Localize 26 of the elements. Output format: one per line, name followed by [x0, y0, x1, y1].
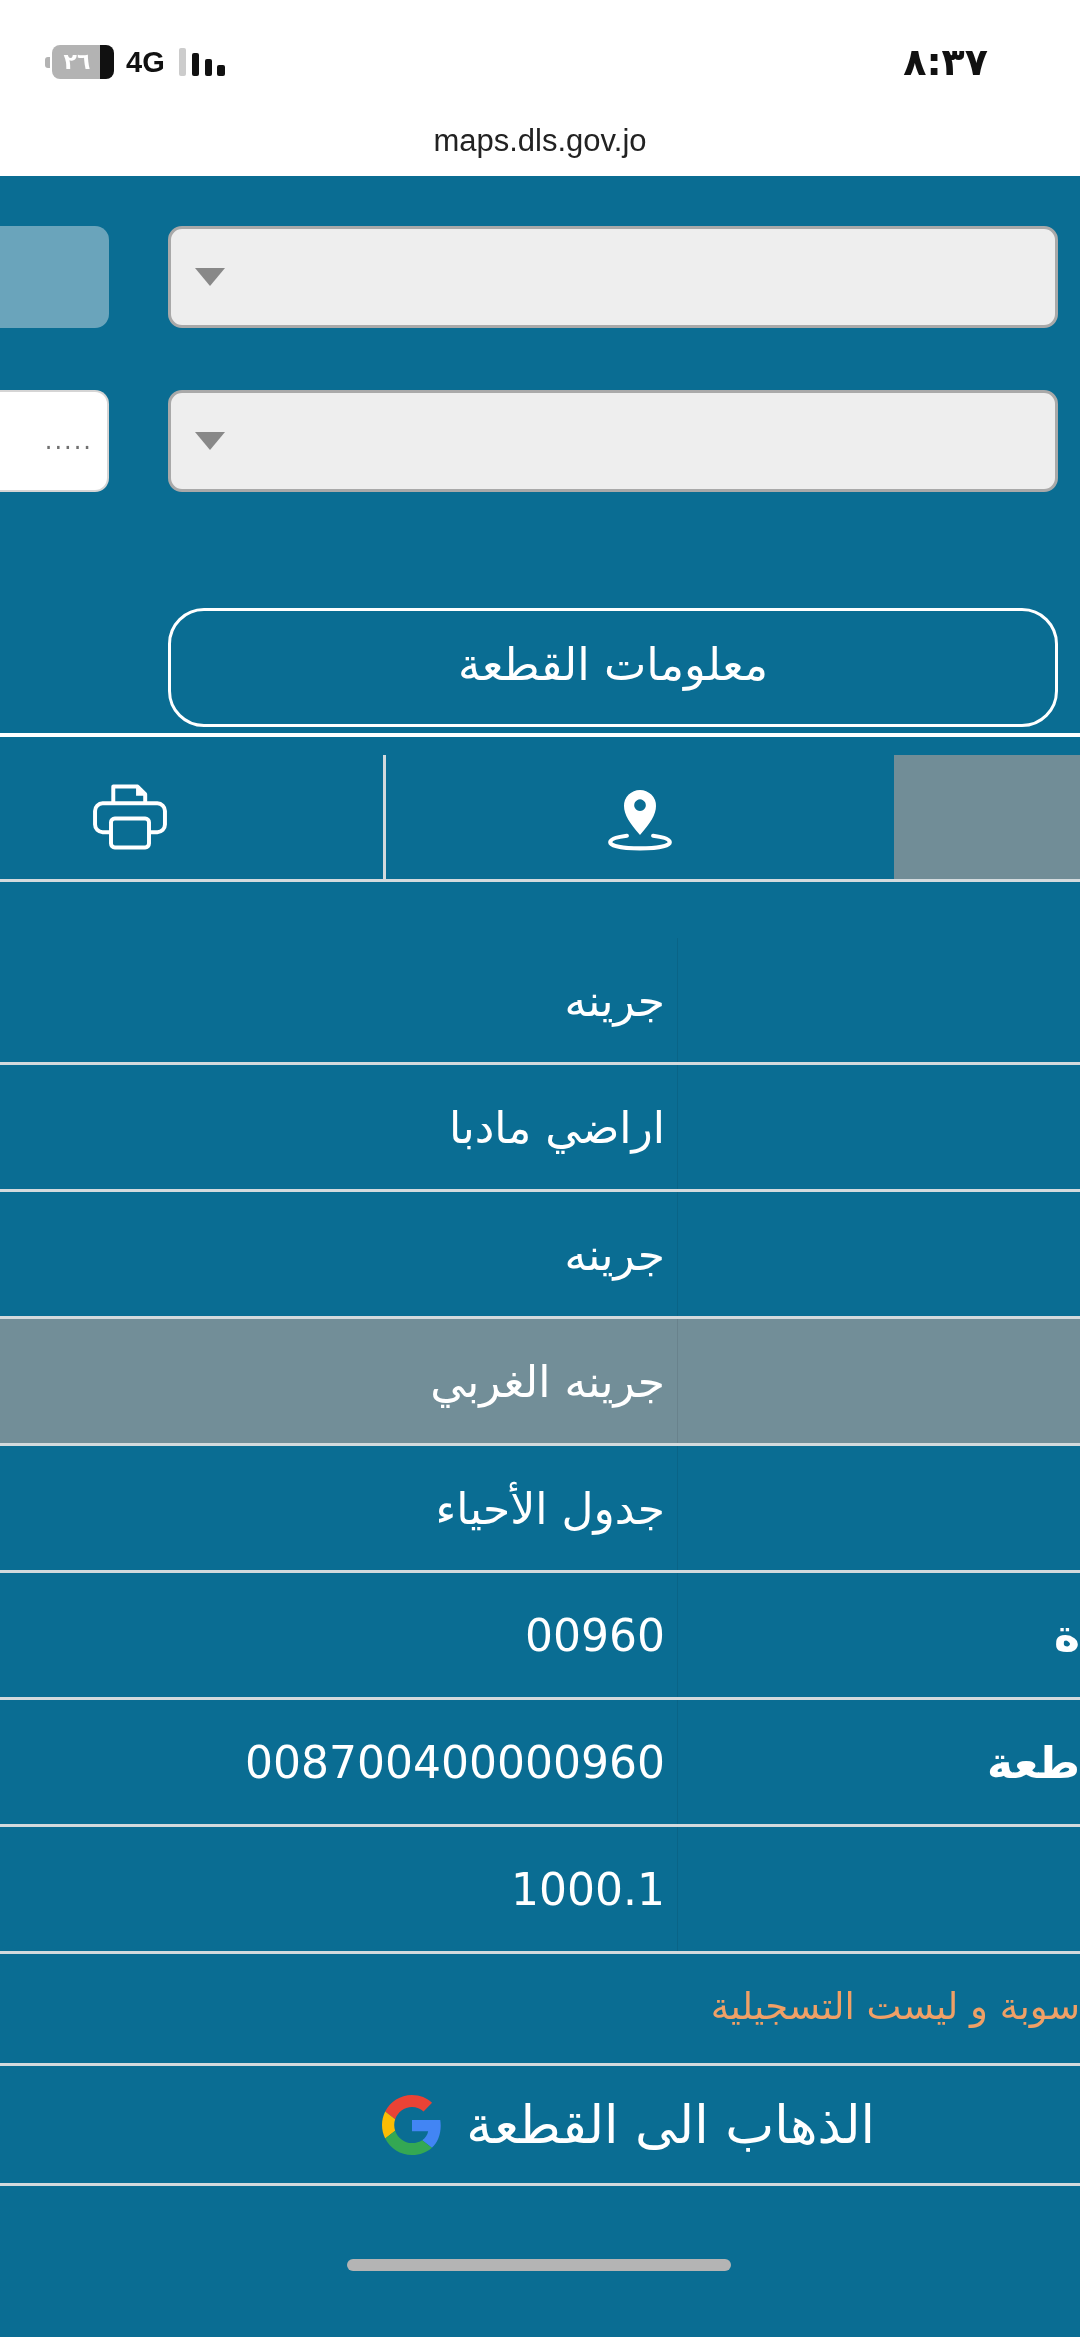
field-value: اراضي مادبا	[449, 1101, 665, 1153]
note-text: سوبة و ليست التسجيلية	[710, 1985, 1080, 2028]
url-text: maps.dls.gov.jo	[433, 123, 647, 159]
battery-indicator: ٢٦	[45, 45, 114, 79]
field-value: جرينه	[564, 974, 665, 1026]
field-label: طعة	[987, 1736, 1080, 1788]
field-value: 00960	[525, 1609, 665, 1661]
dropdown[interactable]	[168, 390, 1058, 492]
caret-icon	[195, 268, 225, 286]
signal-icon	[178, 48, 226, 76]
field-value: جرينه	[564, 1228, 665, 1280]
field-value: 008700400000960	[245, 1736, 665, 1788]
network-label: 4G	[126, 45, 165, 79]
printer-icon	[92, 782, 168, 852]
dropdown[interactable]	[168, 226, 1058, 328]
caret-icon	[195, 432, 225, 450]
text-input[interactable]: .....	[0, 390, 109, 492]
parcel-info-button[interactable]: معلومات القطعة	[168, 608, 1058, 727]
clock: ٨:٣٧	[903, 40, 988, 84]
field-value: جدول الأحياء	[435, 1482, 665, 1534]
field-value: جرينه الغربي	[430, 1355, 665, 1407]
go-to-parcel-button[interactable]: الذهاب الى القطعة	[0, 2066, 1080, 2186]
multicolor-g-icon	[382, 2094, 443, 2155]
field-value: 1000.1	[511, 1863, 665, 1915]
field-label: ة	[1054, 1609, 1080, 1661]
map-pin-icon	[606, 787, 674, 851]
